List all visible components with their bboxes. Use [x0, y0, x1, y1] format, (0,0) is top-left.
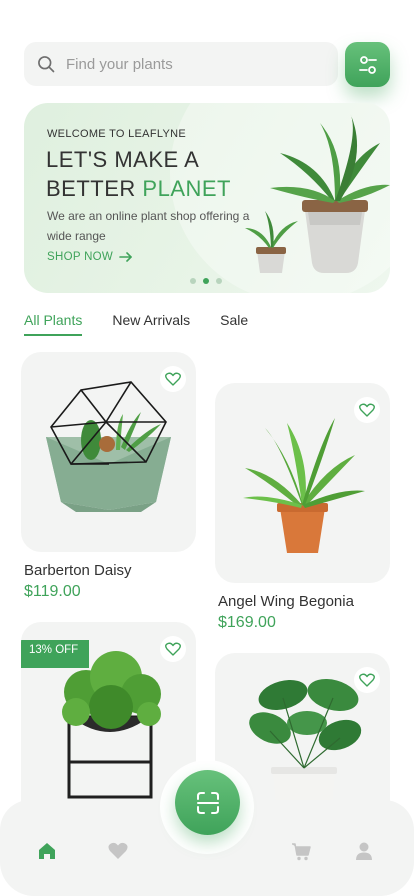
product-image: [21, 352, 196, 552]
search-input[interactable]: [66, 55, 306, 73]
carousel-indicator[interactable]: [190, 278, 222, 284]
heart-icon: [359, 403, 375, 417]
favorite-button[interactable]: [160, 636, 186, 662]
scan-icon: [196, 791, 219, 814]
banner-description: We are an online plant shop offering a w…: [47, 209, 250, 243]
search-icon: [38, 56, 55, 73]
heart-icon: [165, 372, 181, 386]
banner-title-line2-text: BETTER: [46, 176, 143, 201]
banner-plants-illustration: [245, 113, 390, 273]
heart-icon[interactable]: [107, 840, 129, 862]
carousel-dot[interactable]: [190, 278, 196, 284]
product-name: Angel Wing Begonia: [218, 593, 354, 610]
app-screen: WELCOME TO LEAFLYNE LET'S MAKE A BETTER …: [0, 0, 414, 896]
arrow-right-icon: [119, 252, 132, 262]
product-price: $119.00: [24, 583, 81, 600]
filter-icon: [358, 55, 377, 74]
banner-title: LET'S MAKE A BETTER PLANET: [46, 145, 231, 203]
search-bar[interactable]: [24, 42, 338, 86]
favorite-button[interactable]: [160, 366, 186, 392]
heart-icon: [359, 673, 375, 687]
discount-badge: 13% OFF: [21, 640, 89, 668]
banner-title-line1: LET'S MAKE A: [46, 147, 200, 172]
tab-all-plants[interactable]: All Plants: [24, 312, 83, 336]
banner-title-line2: BETTER PLANET: [46, 174, 231, 203]
heart-icon: [165, 642, 181, 656]
home-icon[interactable]: [36, 840, 58, 862]
shop-now-link[interactable]: SHOP NOW: [47, 251, 133, 263]
tab-sale[interactable]: Sale: [220, 312, 248, 336]
cart-icon[interactable]: [290, 840, 312, 862]
product-card[interactable]: Angel Wing Begonia $169.00: [215, 383, 390, 632]
category-tabs: All Plants New Arrivals Sale: [24, 312, 248, 336]
carousel-dot[interactable]: [216, 278, 222, 284]
favorite-button[interactable]: [354, 397, 380, 423]
scan-button[interactable]: [175, 770, 240, 835]
banner-eyebrow: WELCOME TO LEAFLYNE: [47, 128, 186, 140]
banner-title-accent: PLANET: [142, 176, 231, 201]
product-card[interactable]: Barberton Daisy $119.00: [21, 352, 196, 601]
shop-now-label: SHOP NOW: [47, 251, 114, 263]
promo-banner[interactable]: WELCOME TO LEAFLYNE LET'S MAKE A BETTER …: [24, 103, 390, 293]
favorite-button[interactable]: [354, 667, 380, 693]
tab-new-arrivals[interactable]: New Arrivals: [112, 312, 190, 336]
product-name: Barberton Daisy: [24, 562, 132, 579]
filter-button[interactable]: [345, 42, 390, 87]
product-price: $169.00: [218, 614, 276, 631]
carousel-dot-active[interactable]: [203, 278, 209, 284]
profile-icon[interactable]: [353, 840, 375, 862]
product-image: [215, 383, 390, 583]
